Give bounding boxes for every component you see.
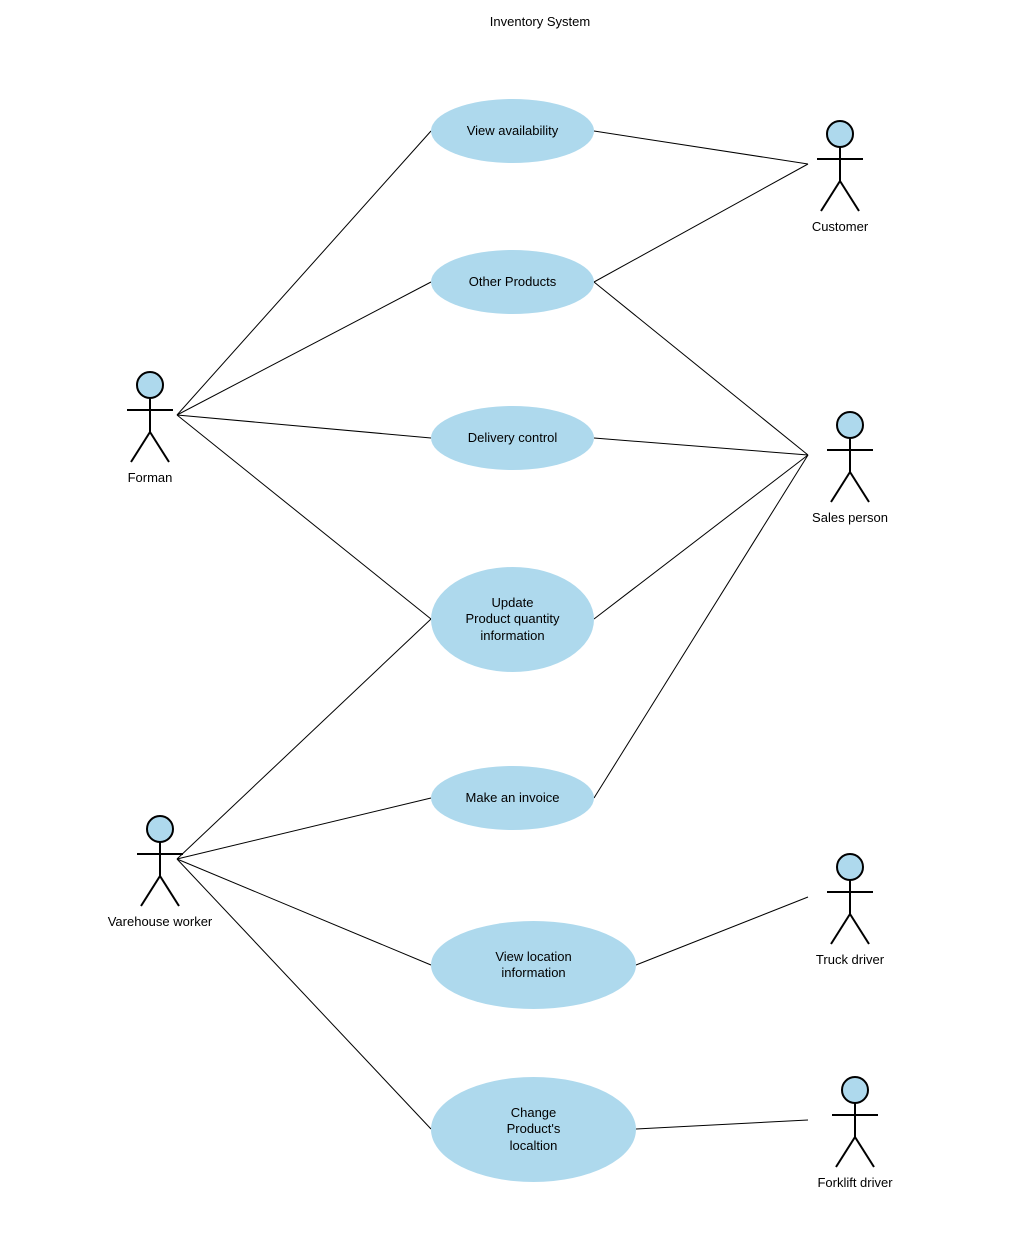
usecase-make-invoice: Make an invoice: [431, 766, 594, 830]
actor-warehouse: Varehouse worker: [90, 814, 230, 929]
usecase-change-location: Change Product's localtion: [431, 1077, 636, 1182]
edge-forman-delivery: [177, 415, 431, 438]
usecase-label: Update Product quantity information: [466, 595, 560, 644]
edge-fork-changeloc: [636, 1120, 808, 1129]
edge-customer-viewavail: [594, 131, 808, 164]
actor-warehouse-label: Varehouse worker: [90, 914, 230, 929]
actor-customer-label: Customer: [800, 219, 880, 234]
edge-sales-updateqty: [594, 455, 808, 619]
stick-figure-icon: [133, 814, 187, 908]
stick-figure-icon: [813, 119, 867, 213]
usecase-label: Change Product's localtion: [507, 1105, 561, 1154]
edge-customer-other: [594, 164, 808, 282]
actor-forman-label: Forman: [110, 470, 190, 485]
edge-truck-viewloc: [636, 897, 808, 965]
usecase-view-location: View location information: [431, 921, 636, 1009]
stick-figure-icon: [123, 370, 177, 464]
actor-customer: Customer: [800, 119, 880, 234]
actor-truck: Truck driver: [800, 852, 900, 967]
diagram-canvas: Inventory System Forman Customer: [0, 0, 1024, 1243]
actor-forklift-label: Forklift driver: [800, 1175, 910, 1190]
usecase-label: Delivery control: [468, 430, 558, 446]
actor-truck-label: Truck driver: [800, 952, 900, 967]
usecase-label: View availability: [467, 123, 559, 139]
actor-sales: Sales person: [800, 410, 900, 525]
edge-sales-invoice: [594, 455, 808, 798]
diagram-title: Inventory System: [440, 14, 640, 29]
edge-forman-other: [177, 282, 431, 415]
usecase-label: Other Products: [469, 274, 556, 290]
stick-figure-icon: [828, 1075, 882, 1169]
edge-sales-delivery: [594, 438, 808, 455]
usecase-label: View location information: [495, 949, 571, 982]
edge-forman-viewavail: [177, 131, 431, 415]
stick-figure-icon: [823, 410, 877, 504]
actor-forklift: Forklift driver: [800, 1075, 910, 1190]
actor-sales-label: Sales person: [800, 510, 900, 525]
usecase-update-qty: Update Product quantity information: [431, 567, 594, 672]
edge-sales-other: [594, 282, 808, 455]
usecase-other-products: Other Products: [431, 250, 594, 314]
edge-forman-updateqty: [177, 415, 431, 619]
usecase-label: Make an invoice: [466, 790, 560, 806]
usecase-view-availability: View availability: [431, 99, 594, 163]
stick-figure-icon: [823, 852, 877, 946]
actor-forman: Forman: [110, 370, 190, 485]
usecase-delivery-control: Delivery control: [431, 406, 594, 470]
